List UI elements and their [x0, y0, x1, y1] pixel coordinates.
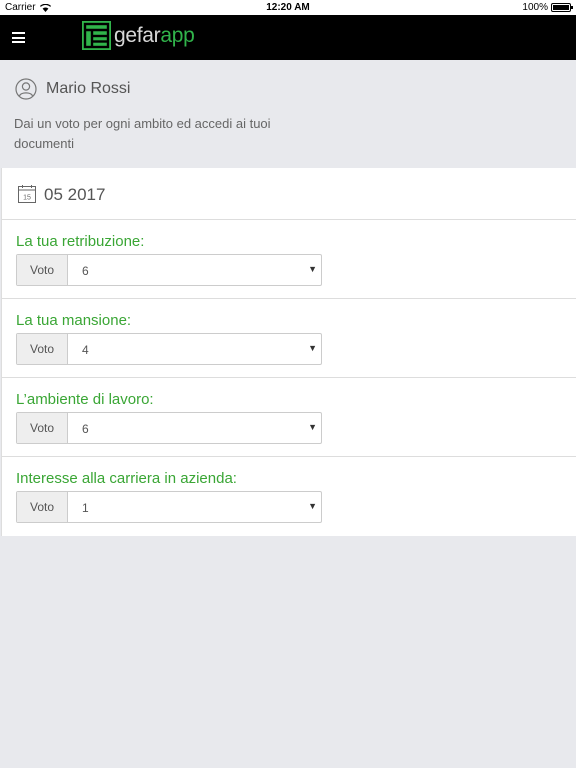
question-row: La tua mansione: Voto 4 ▼	[2, 299, 576, 378]
vote-value: 1	[82, 501, 89, 515]
question-label: Interesse alla carriera in azienda:	[16, 470, 237, 487]
vote-addon: Voto	[17, 334, 68, 364]
question-label: La tua mansione:	[16, 312, 132, 329]
battery-group: 100%	[522, 2, 573, 13]
vote-value: 6	[82, 422, 89, 436]
vote-addon: Voto	[17, 255, 68, 285]
calendar-icon: 15	[18, 185, 36, 203]
logo-text-main: gefar	[114, 23, 161, 47]
question-label: La tua retribuzione:	[16, 233, 145, 250]
vote-select[interactable]: 6 ▼	[68, 255, 321, 285]
user-icon	[15, 78, 37, 100]
logo-mark	[82, 21, 111, 50]
user-name: Mario Rossi	[46, 80, 131, 97]
caret-down-icon: ▼	[308, 501, 317, 511]
app-header: gefarapp	[0, 15, 576, 60]
calendar-day-label: 15	[23, 195, 31, 202]
question-row: Interesse alla carriera in azienda: Voto…	[2, 457, 576, 536]
logo-text-accent: app	[160, 23, 195, 47]
vote-input-group: Voto 4 ▼	[16, 333, 322, 365]
vote-input-group: Voto 6 ▼	[16, 412, 322, 444]
question-row: L’ambiente di lavoro: Voto 6 ▼	[2, 378, 576, 457]
profile-section: Mario Rossi Dai un voto per ogni ambito …	[0, 60, 576, 168]
vote-value: 6	[82, 264, 89, 278]
logo-text: gefarapp	[114, 24, 195, 48]
period-label: 05 2017	[44, 185, 106, 204]
user-row: Mario Rossi	[15, 78, 130, 100]
caret-down-icon: ▼	[308, 343, 317, 353]
status-bar: Carrier 12:20 AM 100%	[0, 0, 576, 15]
vote-input-group: Voto 1 ▼	[16, 491, 322, 523]
period-row: 15 05 2017	[2, 168, 576, 220]
hamburger-menu-icon[interactable]	[12, 32, 25, 43]
vote-select[interactable]: 4 ▼	[68, 334, 321, 364]
caret-down-icon: ▼	[308, 422, 317, 432]
vote-select[interactable]: 1 ▼	[68, 492, 321, 522]
vote-addon: Voto	[17, 492, 68, 522]
vote-input-group: Voto 6 ▼	[16, 254, 322, 286]
caret-down-icon: ▼	[308, 264, 317, 274]
rating-card: 15 05 2017 La tua retribuzione: Voto 6 ▼…	[1, 168, 576, 536]
status-time: 12:20 AM	[266, 2, 310, 13]
app-logo: gefarapp	[82, 20, 195, 51]
battery-icon	[551, 3, 573, 12]
vote-select[interactable]: 6 ▼	[68, 413, 321, 443]
question-label: L’ambiente di lavoro:	[16, 391, 154, 408]
instruction-text: Dai un voto per ogni ambito ed accedi ai…	[14, 116, 271, 151]
vote-value: 4	[82, 343, 89, 357]
battery-percent: 100%	[522, 2, 548, 13]
vote-addon: Voto	[17, 413, 68, 443]
question-row: La tua retribuzione: Voto 6 ▼	[2, 220, 576, 299]
